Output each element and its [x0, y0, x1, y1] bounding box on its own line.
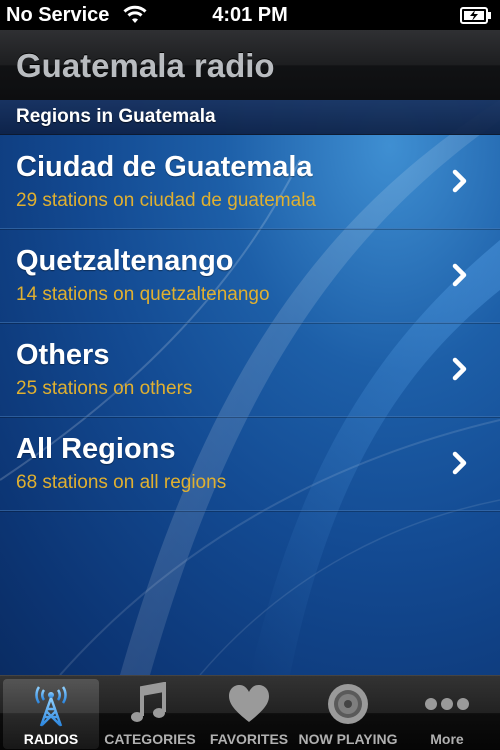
row-subtitle: 29 stations on ciudad de guatemala: [16, 190, 316, 211]
row-subtitle: 14 stations on quetzaltenango: [16, 284, 270, 305]
row-subtitle: 68 stations on all regions: [16, 472, 227, 493]
tab-label: FAVORITES: [209, 731, 289, 747]
section-header-label: Regions in Guatemala: [16, 106, 216, 127]
list-item-ciudad-de-guatemala[interactable]: Ciudad de Guatemala 29 stations on ciuda…: [0, 135, 500, 229]
tab-label: RADIOS: [23, 731, 79, 747]
tab-categories[interactable]: CATEGORIES: [102, 679, 198, 749]
tab-radios[interactable]: RADIOS: [3, 679, 99, 749]
tab-label: NOW PLAYING: [298, 731, 398, 747]
tab-favorites[interactable]: FAVORITES: [201, 679, 297, 749]
speaker-icon: [300, 681, 396, 727]
music-note-icon: [102, 681, 198, 727]
chevron-right-icon: [452, 263, 468, 292]
row-title: All Regions: [16, 433, 176, 465]
clock: 4:01 PM: [212, 4, 288, 26]
more-dots-icon: [399, 681, 495, 727]
app-screen: No Service 4:01 PM Guatemala radio Regio…: [0, 0, 500, 750]
tab-bar: RADIOS CATEGORIES FAVORITES NOW PLAYING …: [0, 675, 500, 750]
chevron-right-icon: [452, 169, 468, 198]
row-title: Others: [16, 339, 110, 371]
chevron-right-icon: [452, 451, 468, 480]
tab-label: More: [430, 731, 464, 747]
row-title: Ciudad de Guatemala: [16, 151, 313, 183]
tab-now-playing[interactable]: NOW PLAYING: [298, 679, 398, 749]
chevron-right-icon: [452, 357, 468, 386]
tab-more[interactable]: More: [399, 679, 495, 749]
radio-tower-icon: [3, 681, 99, 727]
page-title: Guatemala radio: [16, 47, 275, 84]
tab-label: CATEGORIES: [104, 731, 196, 747]
battery-charging-icon: [460, 7, 492, 30]
section-header: Regions in Guatemala: [0, 100, 500, 135]
list-item-all-regions[interactable]: All Regions 68 stations on all regions: [0, 417, 500, 511]
row-subtitle: 25 stations on others: [16, 378, 193, 399]
heart-icon: [201, 681, 297, 727]
list-item-others[interactable]: Others 25 stations on others: [0, 323, 500, 417]
region-list: Regions in Guatemala Ciudad de Guatemala…: [0, 100, 500, 675]
row-title: Quetzaltenango: [16, 245, 234, 277]
status-bar: No Service 4:01 PM: [0, 0, 500, 30]
list-item-quetzaltenango[interactable]: Quetzaltenango 14 stations on quetzalten…: [0, 229, 500, 323]
navigation-bar: Guatemala radio: [0, 30, 500, 101]
